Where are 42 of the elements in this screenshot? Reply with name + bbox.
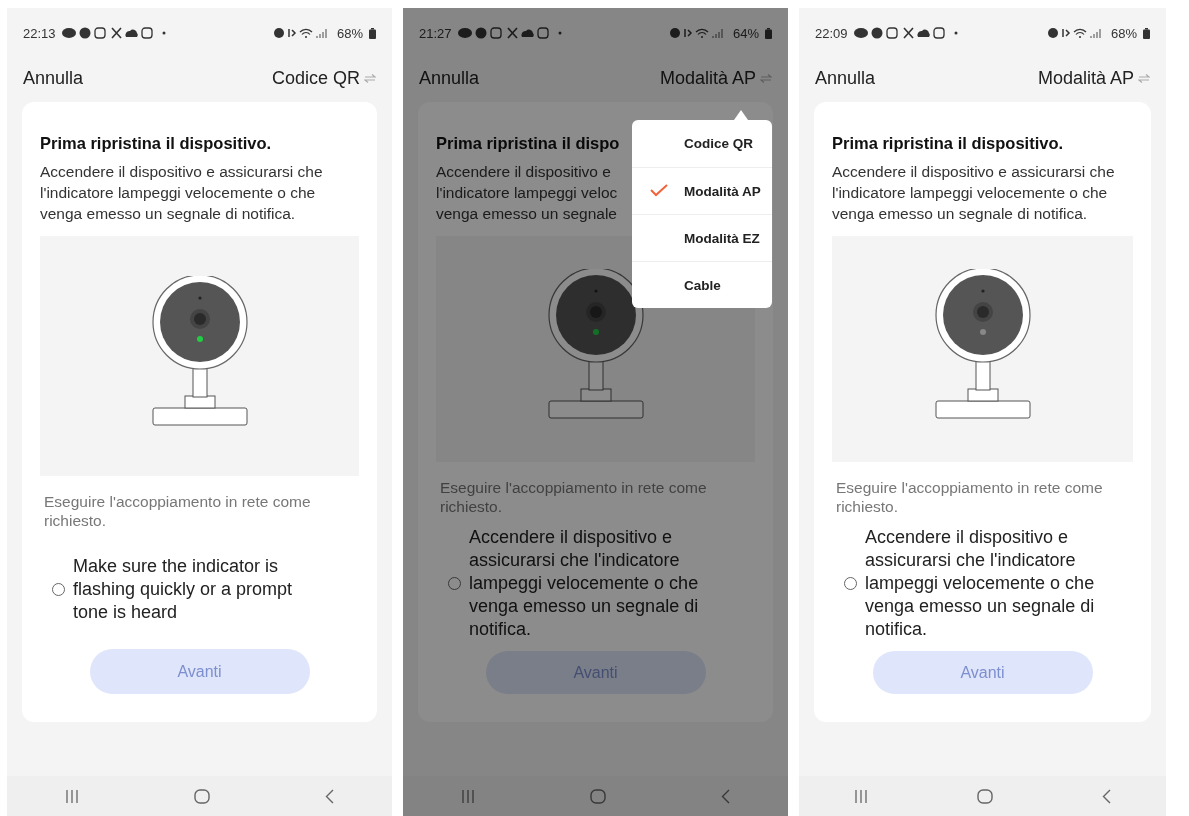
swap-icon bbox=[364, 73, 376, 83]
cancel-button[interactable]: Annulla bbox=[23, 67, 84, 89]
confirm-label: Make sure the indicator is flashing quickly or a prompt tone is heard bbox=[73, 555, 294, 624]
swap-icon bbox=[1138, 73, 1150, 83]
status-time: 22:13 bbox=[23, 25, 56, 41]
mode-switch-button[interactable]: Modalità AP bbox=[1037, 67, 1150, 89]
recent-apps-icon[interactable] bbox=[853, 789, 868, 803]
home-icon[interactable] bbox=[590, 788, 606, 804]
menu-item[interactable]: Codice QR bbox=[632, 120, 772, 167]
card-title: Prima ripristina il dispo bbox=[436, 134, 620, 153]
status-time: 22:09 bbox=[815, 25, 848, 41]
battery-icon bbox=[765, 27, 772, 39]
back-icon[interactable] bbox=[721, 788, 731, 804]
pairing-hint: Eseguire l'accoppiamento in rete come richiesto. bbox=[836, 478, 1104, 517]
card-title: Prima ripristina il dispositivo. bbox=[832, 134, 1064, 153]
home-icon[interactable] bbox=[977, 788, 993, 804]
battery-percent: 64% bbox=[732, 25, 759, 41]
back-icon[interactable] bbox=[325, 788, 335, 804]
battery-percent: 68% bbox=[336, 25, 363, 41]
card-title: Prima ripristina il dispositivo. bbox=[40, 134, 272, 153]
battery-icon bbox=[1143, 27, 1150, 39]
recent-apps-icon[interactable] bbox=[64, 789, 79, 803]
menu-item[interactable]: Modalità AP bbox=[632, 167, 772, 214]
menu-item[interactable]: Cable bbox=[632, 261, 772, 308]
battery-percent: 68% bbox=[1110, 25, 1137, 41]
mode-switch-button[interactable]: Codice QR bbox=[271, 67, 376, 89]
swap-icon bbox=[760, 73, 772, 83]
card-description: Accendere il dispositivo e assicurarsi che l'indicatore lampeggi velocemente o che venga emesso un segnale di notifica. bbox=[40, 162, 324, 224]
pairing-hint: Eseguire l'accoppiamento in rete come richiesto. bbox=[440, 478, 708, 517]
status-time: 21:27 bbox=[419, 25, 452, 41]
cancel-button[interactable]: Annulla bbox=[419, 67, 480, 89]
confirm-label: Accendere il dispositivo e assicurarsi che l'indicatore lampeggi velocemente o che venga emesso un segnale di notifica. bbox=[865, 526, 1096, 642]
card-description: Accendere il dispositivo e assicurarsi che l'indicatore lampeggi velocemente o che venga emesso un segnale di notifica. bbox=[832, 162, 1116, 224]
mode-switch-button[interactable]: Modalità AP bbox=[659, 67, 772, 89]
card-description: Accendere il dispositivo e l'indicatore lampeggi veloc venga emesso un segnale bbox=[436, 162, 618, 224]
confirm-label: Accendere il dispositivo e assicurarsi che l'indicatore lampeggi velocemente o che venga emesso un segnale di notifica. bbox=[469, 526, 700, 642]
pairing-hint: Eseguire l'accoppiamento in rete come richiesto. bbox=[44, 492, 312, 530]
battery-icon bbox=[369, 27, 376, 39]
menu-item[interactable]: Modalità EZ bbox=[632, 214, 772, 261]
back-icon[interactable] bbox=[1102, 788, 1112, 804]
cancel-button[interactable]: Annulla bbox=[815, 67, 876, 89]
home-icon[interactable] bbox=[194, 788, 210, 804]
